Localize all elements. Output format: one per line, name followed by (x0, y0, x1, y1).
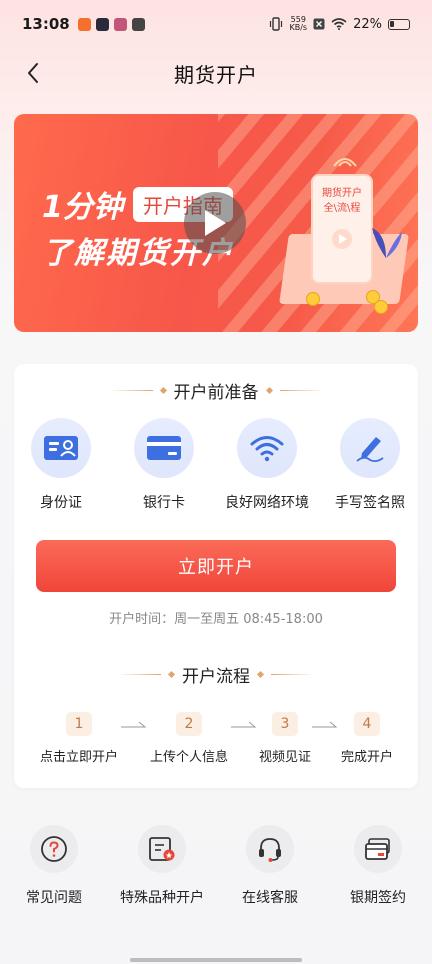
service-label: 在线客服 (242, 890, 298, 906)
service-label: 银期签约 (350, 890, 406, 906)
decor-line (279, 390, 324, 391)
home-indicator[interactable] (130, 958, 302, 962)
play-icon (205, 210, 226, 236)
back-button[interactable] (18, 58, 48, 88)
decor-dot (265, 386, 273, 395)
banner-plant-illustration (372, 228, 402, 258)
nav-bar: 期货开户 (0, 48, 432, 98)
banner-phone-text: 期货开户 全\流\程 (313, 186, 371, 216)
prep-label: 良好网络环境 (225, 495, 309, 511)
open-account-card: 开户前准备 身份证 银行卡 良好网络环境 手写签名照 立即开户 开户时间：周一至… (14, 364, 418, 788)
step-number: 4 (354, 712, 380, 736)
decor-line (108, 390, 153, 391)
service-label: 常见问题 (26, 890, 82, 906)
process-step-1: 1 点击立即开户 (29, 712, 129, 765)
service-faq[interactable]: 常见问题 (4, 825, 104, 907)
service-label: 特殊品种开户 (120, 890, 204, 906)
preparation-title: 开户前准备 (173, 383, 259, 403)
coin-icon (374, 300, 388, 314)
coin-icon (306, 292, 320, 306)
page-title: 期货开户 (174, 62, 258, 87)
net-speed: 559 KB/s (289, 16, 307, 32)
back-arrow-icon (28, 63, 38, 83)
status-bar: 13:08 559 KB/s 22% (0, 0, 432, 48)
special-product-icon (138, 825, 186, 873)
process-step-2: 2 上传个人信息 (139, 712, 239, 765)
prep-item-id-card: 身份证 (11, 418, 111, 512)
step-number: 2 (176, 712, 202, 736)
wifi-icon (237, 418, 297, 478)
decor-dot (159, 386, 167, 395)
banner-phone-text-line1: 期货开户 (322, 188, 362, 199)
prep-item-bank-card: 银行卡 (114, 418, 214, 512)
sim-off-icon (313, 18, 325, 30)
signature-pen-icon (340, 418, 400, 478)
prep-label: 银行卡 (143, 495, 185, 511)
preparation-header: 开户前准备 (14, 378, 418, 403)
process-header: 开户流程 (14, 662, 418, 687)
bank-futures-sign-icon (354, 825, 402, 873)
wifi-status-icon (331, 18, 347, 30)
process-step-4: 4 完成开户 (317, 712, 417, 765)
decor-dot (256, 670, 265, 679)
net-speed-unit: KB/s (289, 23, 308, 32)
open-hours-text: 开户时间：周一至周五 08:45-18:00 (109, 612, 323, 627)
step-label: 上传个人信息 (149, 750, 228, 765)
banner-line1-text: 1分钟 (42, 190, 123, 225)
step-number: 3 (272, 712, 298, 736)
vibrate-icon (270, 17, 283, 31)
service-online-support[interactable]: 在线客服 (220, 825, 320, 907)
notification-app-icon (95, 17, 109, 31)
prep-item-signature: 手写签名照 (320, 418, 420, 512)
step-label: 完成开户 (340, 750, 393, 765)
banner-phone-play-icon (332, 229, 352, 249)
step-label: 点击立即开户 (39, 750, 118, 765)
banner-phone-illustration: 期货开户 全\流\程 (311, 174, 373, 284)
status-time: 13:08 (22, 15, 70, 33)
prep-label: 手写签名照 (335, 495, 405, 511)
notification-app-icon (77, 17, 91, 31)
banner-phone-text-line2: 全\流\程 (323, 203, 361, 214)
service-bank-futures-sign[interactable]: 银期签约 (328, 825, 428, 907)
prep-label: 身份证 (40, 495, 82, 511)
open-account-button[interactable]: 立即开户 (36, 540, 396, 592)
question-icon (30, 825, 78, 873)
notification-app-icon (113, 17, 127, 31)
intro-video-banner[interactable]: 期货开户 全\流\程 1分钟 开户指南 了解期货开户 (14, 114, 418, 332)
prep-item-network: 良好网络环境 (217, 418, 317, 512)
battery-icon (388, 18, 410, 30)
headset-icon (246, 825, 294, 873)
process-title: 开户流程 (182, 667, 250, 687)
step-number: 1 (66, 712, 92, 736)
banner-signal-icon (333, 158, 357, 167)
video-play-button[interactable] (184, 192, 246, 254)
decor-line (117, 674, 161, 675)
notification-app-icon (131, 17, 145, 31)
service-special-product[interactable]: 特殊品种开户 (112, 825, 212, 907)
bank-card-icon (134, 418, 194, 478)
decor-line (271, 674, 315, 675)
battery-percent: 22% (353, 16, 382, 32)
id-card-icon (31, 418, 91, 478)
decor-dot (167, 670, 176, 679)
